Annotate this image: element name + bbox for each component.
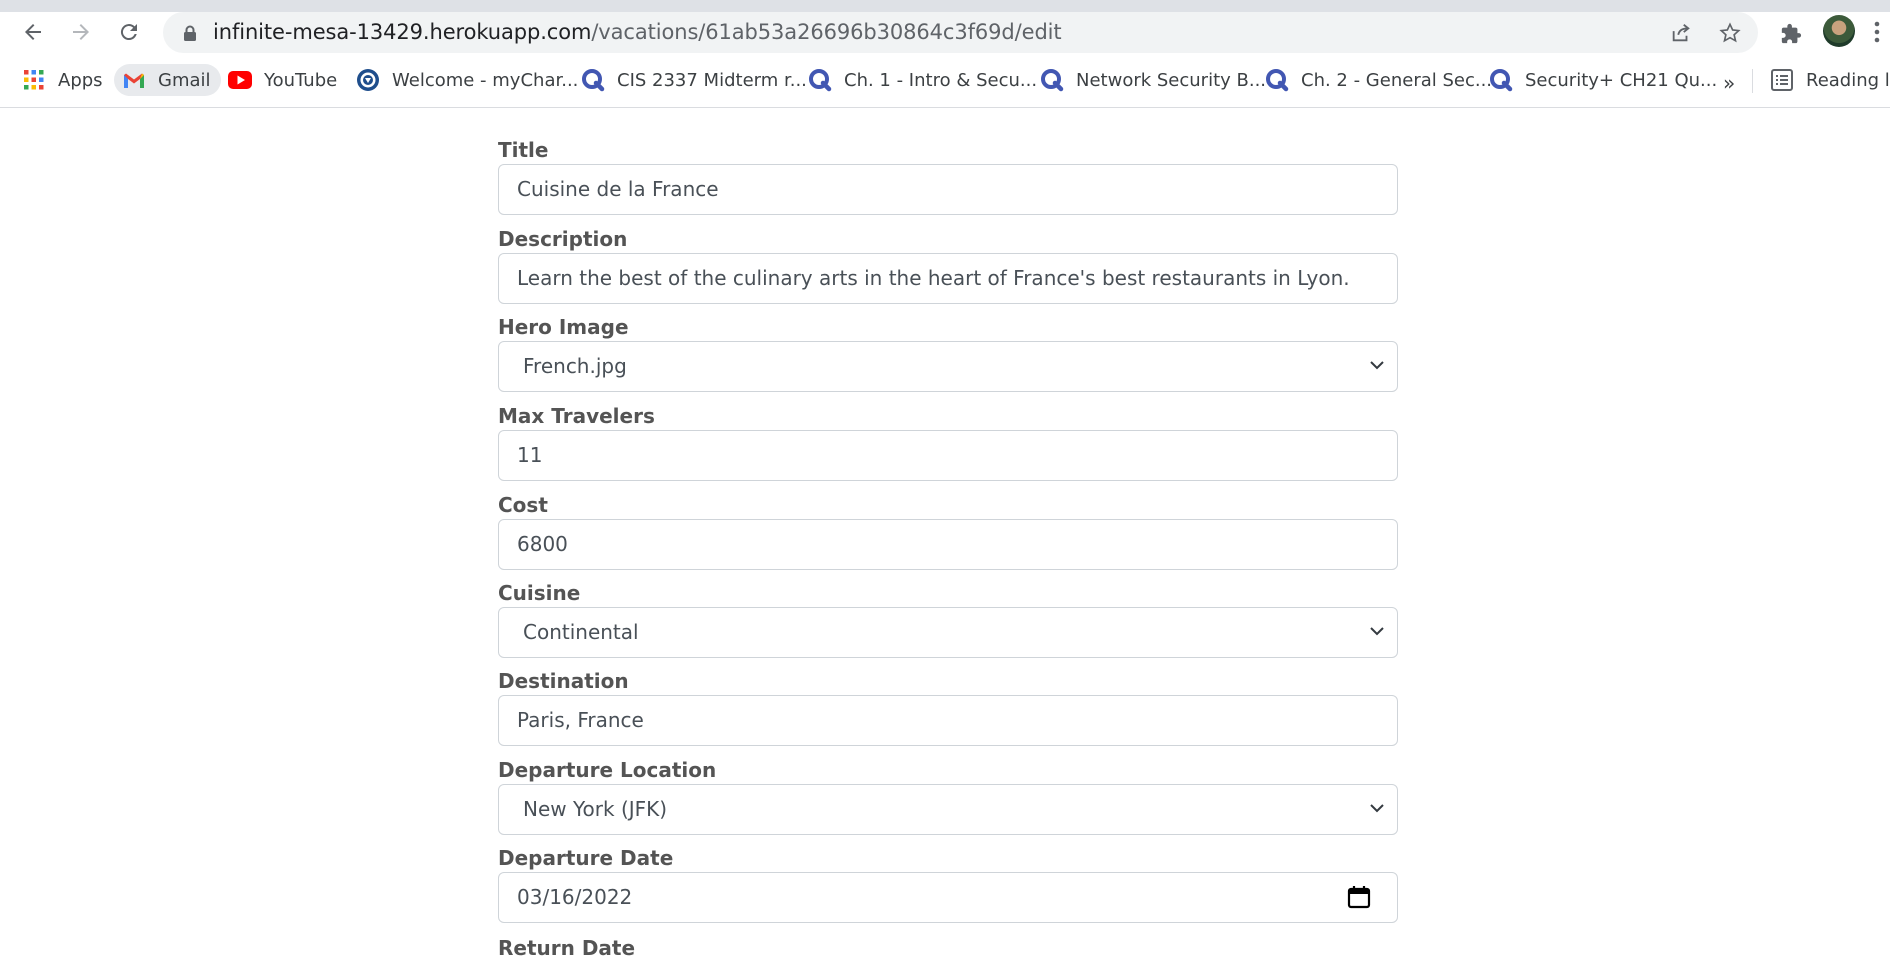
description-value: Learn the best of the culinary arts in t… [517,266,1350,290]
cuisine-label: Cuisine [498,581,581,605]
back-arrow-icon [25,24,41,40]
forward-arrow-icon [73,24,89,40]
chevron-down-icon [1369,800,1385,820]
browser-toolbar: infinite-mesa-13429.herokuapp.com/vacati… [0,12,1890,53]
departure-date-label: Departure Date [498,846,674,870]
destination-label: Destination [498,669,629,693]
departure-date-input[interactable]: 03/16/2022 [498,872,1398,923]
chrome-divider [0,107,1890,108]
max-travelers-value: 11 [517,443,543,467]
cost-input[interactable]: 6800 [498,519,1398,570]
departure-location-value: New York (JFK) [523,797,668,821]
quizlet-icon [1265,68,1289,92]
bookmark-security-plus[interactable]: Security+ CH21 Qu... [1489,64,1717,96]
destination-input[interactable]: Paris, France [498,695,1398,746]
title-input[interactable]: Cuisine de la France [498,164,1398,215]
reading-list-button[interactable]: Reading list [1770,64,1890,96]
title-label: Title [498,138,549,162]
apps-grid-icon [22,68,46,92]
kebab-menu-icon[interactable] [1872,16,1882,48]
address-bar[interactable]: infinite-mesa-13429.herokuapp.com/vacati… [163,12,1758,53]
reload-icon [120,24,137,41]
site-seal-icon [356,68,380,92]
reading-list-icon [1770,68,1794,92]
quizlet-icon [1489,68,1513,92]
max-travelers-input[interactable]: 11 [498,430,1398,481]
description-input[interactable]: Learn the best of the culinary arts in t… [498,253,1398,304]
hero-image-select[interactable]: French.jpg [498,341,1398,392]
gmail-icon [122,68,146,92]
departure-location-label: Departure Location [498,758,717,782]
departure-date-value: 03/16/2022 [517,885,633,909]
bookmark-network-security[interactable]: Network Security B... [1040,64,1266,96]
title-value: Cuisine de la France [517,177,719,201]
cuisine-value: Continental [523,620,639,644]
back-button[interactable] [17,16,49,48]
bookmark-apps[interactable]: Apps [22,64,103,96]
forward-button[interactable] [65,16,97,48]
cost-value: 6800 [517,532,568,556]
description-label: Description [498,227,628,251]
hero-image-label: Hero Image [498,315,629,339]
reload-button[interactable] [113,16,145,48]
chevron-down-icon [1369,623,1385,643]
bookmark-label: Ch. 1 - Intro & Secu... [844,69,1038,91]
url-text[interactable]: infinite-mesa-13429.herokuapp.com/vacati… [213,20,1062,44]
quizlet-icon [1040,68,1064,92]
extensions-puzzle-icon[interactable] [1776,18,1806,50]
profile-avatar[interactable] [1823,15,1855,47]
url-path: /vacations/61ab53a26696b30864c3f69d/edit [591,20,1062,44]
url-host: infinite-mesa-13429.herokuapp.com [213,20,592,44]
share-icon[interactable] [1666,18,1696,48]
max-travelers-label: Max Travelers [498,404,655,428]
bookmark-ch2[interactable]: Ch. 2 - General Sec... [1265,64,1492,96]
chevron-down-icon [1369,357,1385,377]
bookmark-label: Apps [58,69,103,91]
bookmark-ch1[interactable]: Ch. 1 - Intro & Secu... [808,64,1037,96]
bookmark-label: Security+ CH21 Qu... [1525,69,1718,91]
bookmark-cis2337[interactable]: CIS 2337 Midterm r... [581,64,807,96]
departure-location-select[interactable]: New York (JFK) [498,784,1398,835]
lock-icon [183,25,197,46]
bookmark-welcome[interactable]: Welcome - myChar... [356,64,578,96]
bookmarks-separator [1752,69,1753,93]
youtube-icon [228,68,252,92]
bookmark-label: YouTube [264,69,338,91]
bookmark-label: CIS 2337 Midterm r... [617,69,807,91]
quizlet-icon [808,68,832,92]
quizlet-icon [581,68,605,92]
tab-strip [0,0,1890,12]
cost-label: Cost [498,493,548,517]
bookmark-label: Network Security B... [1076,69,1267,91]
bookmark-youtube[interactable]: YouTube [228,64,337,96]
bookmark-label: Ch. 2 - General Sec... [1301,69,1493,91]
bookmarks-overflow-button[interactable]: » [1723,71,1735,95]
reading-list-label: Reading list [1806,69,1890,91]
bookmark-gmail[interactable]: Gmail [114,64,221,96]
return-date-label: Return Date [498,936,636,960]
bookmark-label: Welcome - myChar... [392,69,579,91]
bookmarks-bar: Apps Gmail YouTube Welcome - myChar... C… [0,59,1890,101]
calendar-icon[interactable] [1347,885,1371,913]
bookmark-star-icon[interactable] [1715,18,1745,48]
destination-value: Paris, France [517,708,644,732]
bookmark-label: Gmail [158,69,211,91]
cuisine-select[interactable]: Continental [498,607,1398,658]
hero-image-value: French.jpg [523,354,627,378]
